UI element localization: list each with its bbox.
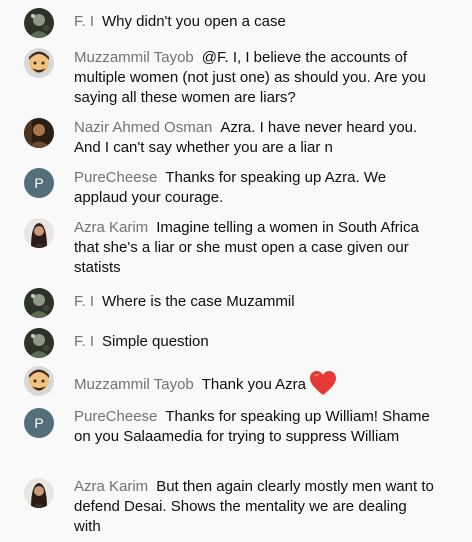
- message-text: Why didn't you open a case: [102, 13, 286, 30]
- avatar[interactable]: [24, 328, 54, 358]
- live-chat-list: F. I Why didn't you open a case Muzzammil…: [0, 0, 472, 542]
- message-text: Thank you Azra: [201, 376, 306, 393]
- author-name[interactable]: PureCheese: [74, 408, 157, 425]
- heart-emoji-icon: [309, 370, 337, 402]
- avatar[interactable]: [24, 366, 54, 396]
- author-name[interactable]: Azra Karim: [74, 478, 148, 495]
- message-content: Azra Karim But then again clearly mostly …: [74, 477, 434, 537]
- author-name[interactable]: Muzzammil Tayob: [74, 49, 194, 66]
- author-name[interactable]: Muzzammil Tayob: [74, 376, 194, 393]
- author-name[interactable]: F. I: [74, 333, 94, 350]
- author-name[interactable]: Azra Karim: [74, 219, 148, 236]
- message-content: F. I Where is the case Muzammil: [74, 292, 434, 312]
- avatar[interactable]: [24, 288, 54, 318]
- avatar[interactable]: [24, 118, 54, 148]
- avatar[interactable]: [24, 218, 54, 248]
- message-content: Azra Karim Imagine telling a women in Sou…: [74, 218, 434, 278]
- avatar[interactable]: [24, 478, 54, 508]
- author-name[interactable]: F. I: [74, 13, 94, 30]
- avatar[interactable]: [24, 8, 54, 38]
- message-text: Simple question: [102, 333, 209, 350]
- message-content: PureCheese Thanks for speaking up William…: [74, 407, 434, 447]
- author-name[interactable]: F. I: [74, 293, 94, 310]
- message-content: F. I Simple question: [74, 332, 434, 352]
- message-content: Muzzammil Tayob Thank you Azra: [74, 370, 434, 402]
- message-content: F. I Why didn't you open a case: [74, 12, 434, 32]
- message-content: Nazir Ahmed Osman Azra. I have never hear…: [74, 118, 434, 158]
- avatar[interactable]: P: [24, 168, 54, 198]
- message-content: PureCheese Thanks for speaking up Azra. W…: [74, 168, 434, 208]
- message-text: Where is the case Muzammil: [102, 293, 295, 310]
- avatar[interactable]: [24, 48, 54, 78]
- message-content: Muzzammil Tayob @F. I, I believe the acco…: [74, 48, 434, 108]
- author-name[interactable]: Nazir Ahmed Osman: [74, 119, 212, 136]
- author-name[interactable]: PureCheese: [74, 169, 157, 186]
- avatar[interactable]: P: [24, 408, 54, 438]
